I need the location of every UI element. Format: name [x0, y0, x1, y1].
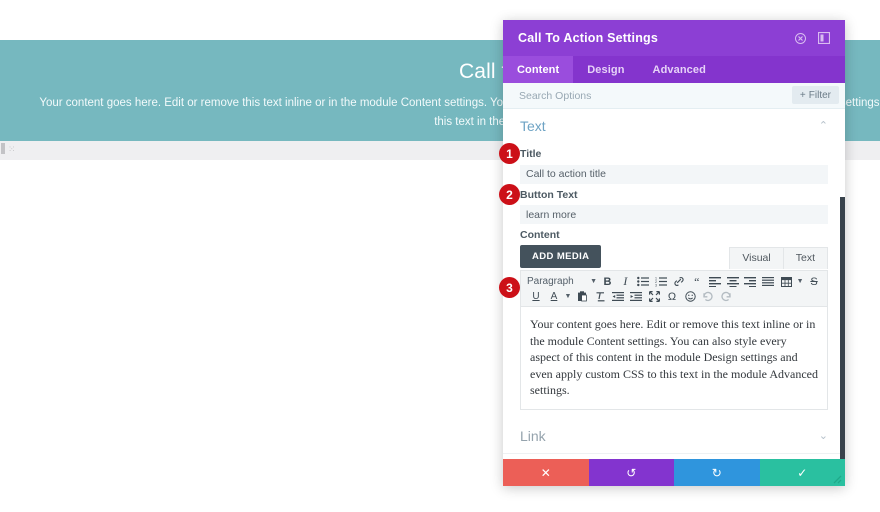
horizontal-rule-icon[interactable]	[759, 274, 777, 289]
tab-content[interactable]: Content	[503, 56, 574, 83]
paragraph-format-label: Paragraph	[527, 276, 574, 287]
rich-text-editor-area[interactable]: Your content goes here. Edit or remove t…	[520, 307, 828, 410]
strikethrough-icon[interactable]: S	[805, 274, 823, 289]
indent-icon[interactable]	[627, 289, 645, 304]
align-right-icon[interactable]	[742, 274, 760, 289]
paragraph-format-select[interactable]: Paragraph	[527, 276, 589, 287]
modal-title: Call To Action Settings	[518, 31, 659, 45]
modal-footer: ✕ ↺ ↻ ✓	[503, 459, 845, 486]
section-body-text: Title Button Text Content ADD MEDIA Visu…	[503, 148, 845, 420]
cancel-button[interactable]: ✕	[503, 459, 589, 486]
editor-toolbar[interactable]: Paragraph ▼ B I 123 “ ▼ S U A ▼ Ω	[520, 270, 828, 307]
editor-content-paragraph[interactable]: Your content goes here. Edit or remove t…	[530, 316, 818, 399]
section-header-link[interactable]: Link ⌄	[503, 419, 845, 454]
redo-arrow-icon: ↻	[711, 465, 722, 480]
modal-header: Call To Action Settings	[503, 20, 845, 56]
modal-scroll-area: Text ⌃ Title Button Text Content ADD MED…	[503, 109, 845, 459]
call-to-action-settings-modal[interactable]: Call To Action Settings Content Design A…	[503, 20, 845, 486]
special-character-icon[interactable]: Ω	[663, 289, 681, 304]
editor-toolbar-row-2: U A ▼ Ω	[527, 289, 823, 304]
clear-formatting-icon[interactable]	[591, 289, 609, 304]
editor-mode-tabs[interactable]: Visual Text	[729, 247, 828, 269]
annotation-badge-1: 1	[499, 143, 520, 164]
panel-layout-icon[interactable]	[813, 27, 835, 49]
drag-handle-dots-icon: ⁙	[8, 144, 16, 154]
text-color-chevron-down-icon[interactable]: ▼	[563, 293, 573, 300]
close-icon[interactable]	[789, 27, 811, 49]
close-x-icon: ✕	[540, 465, 551, 480]
section-title-link: Link	[520, 428, 546, 444]
modal-tab-bar[interactable]: Content Design Advanced	[503, 56, 845, 83]
resize-grip-icon[interactable]	[830, 472, 844, 486]
table-chevron-down-icon[interactable]: ▼	[795, 278, 805, 285]
search-input[interactable]	[519, 89, 759, 102]
outdent-icon[interactable]	[609, 289, 627, 304]
svg-text:3: 3	[655, 283, 657, 287]
editor-top-row: ADD MEDIA Visual Text	[520, 245, 828, 269]
module-drag-handle[interactable]: ⁙	[0, 142, 16, 156]
filter-button-label: Filter	[808, 89, 831, 101]
modal-scrollbar[interactable]	[840, 197, 845, 459]
modal-body: Text ⌃ Title Button Text Content ADD MED…	[503, 109, 845, 459]
section-title-text: Text	[520, 118, 546, 134]
chevron-up-icon: ⌃	[818, 119, 828, 132]
title-input[interactable]	[520, 164, 828, 184]
bold-icon[interactable]: B	[599, 274, 617, 289]
checkmark-icon: ✓	[797, 465, 808, 480]
tab-advanced[interactable]: Advanced	[639, 56, 720, 83]
italic-icon[interactable]: I	[616, 274, 634, 289]
align-center-icon[interactable]	[724, 274, 742, 289]
search-row[interactable]: + Filter	[503, 83, 845, 109]
button-text-input[interactable]	[520, 205, 828, 224]
chevron-down-icon-link: ⌄	[818, 429, 828, 442]
undo-icon[interactable]	[699, 289, 717, 304]
chevron-down-icon[interactable]: ▼	[589, 278, 599, 285]
undo-button[interactable]: ↺	[588, 459, 674, 486]
drag-handle-bar	[1, 143, 5, 154]
link-icon[interactable]	[670, 274, 688, 289]
numbered-list-icon[interactable]: 123	[652, 274, 670, 289]
plus-icon: +	[799, 89, 806, 101]
section-header-text[interactable]: Text ⌃	[503, 109, 845, 143]
align-left-icon[interactable]	[706, 274, 724, 289]
blockquote-icon[interactable]: “	[688, 274, 706, 289]
filter-button[interactable]: + Filter	[791, 86, 839, 104]
tab-design[interactable]: Design	[573, 56, 638, 83]
annotation-badge-2: 2	[499, 184, 520, 205]
underline-icon[interactable]: U	[527, 289, 545, 304]
undo-arrow-icon: ↺	[626, 465, 637, 480]
button-text-field-label: Button Text	[520, 188, 578, 201]
bulleted-list-icon[interactable]	[634, 274, 652, 289]
text-color-icon[interactable]: A	[545, 289, 563, 304]
redo-icon[interactable]	[717, 289, 735, 304]
fullscreen-icon[interactable]	[645, 289, 663, 304]
emoji-icon[interactable]	[681, 289, 699, 304]
editor-tab-visual[interactable]: Visual	[729, 247, 784, 269]
annotation-badge-3: 3	[499, 277, 520, 298]
redo-button[interactable]: ↻	[674, 459, 760, 486]
add-media-button[interactable]: ADD MEDIA	[520, 245, 602, 268]
editor-toolbar-row-1: Paragraph ▼ B I 123 “ ▼ S	[527, 274, 823, 289]
editor-tab-text[interactable]: Text	[782, 247, 828, 269]
content-field-label: Content	[520, 229, 560, 241]
paste-as-text-icon[interactable]	[573, 289, 591, 304]
table-icon[interactable]	[777, 274, 795, 289]
title-field-label: Title	[520, 148, 542, 160]
